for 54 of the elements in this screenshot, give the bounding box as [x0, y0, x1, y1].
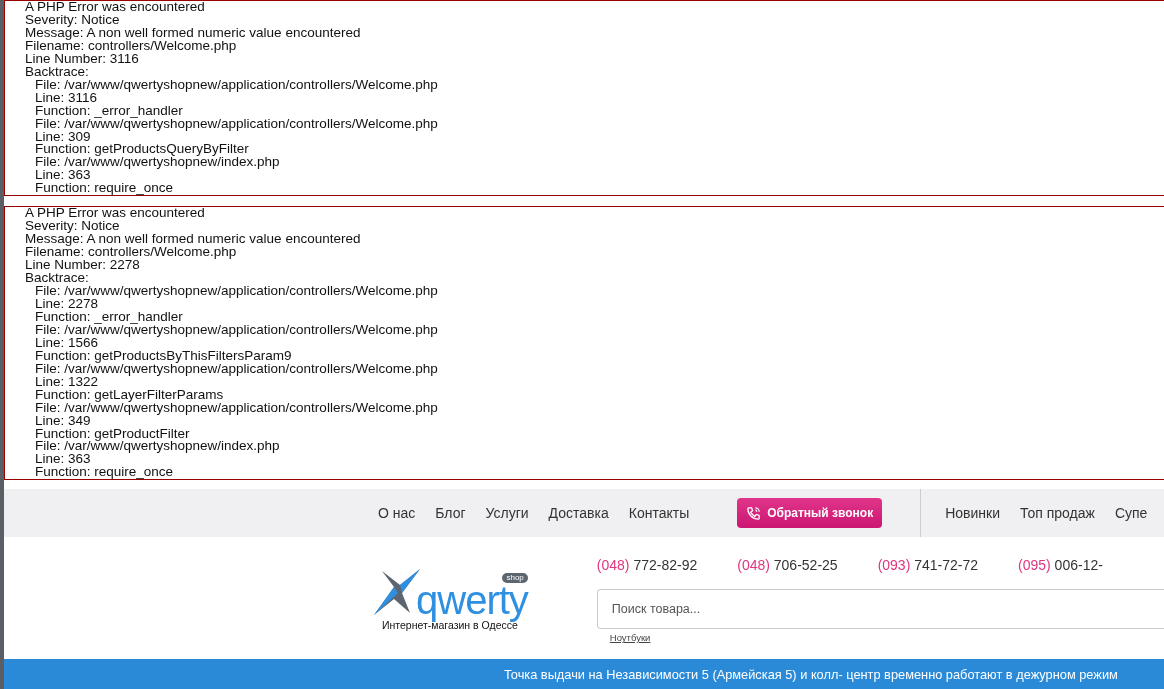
- backtrace-file: File: /var/www/qwertyshopnew/application/controllers/Welcome.php: [34, 323, 439, 337]
- backtrace-function: Function: getLayerFilterParams: [34, 388, 225, 402]
- error-message: Message: A non well formed numeric value encountered: [25, 26, 362, 40]
- backtrace-line: Line: 349: [34, 414, 91, 428]
- error-filename: Filename: controllers/Welcome.php: [25, 246, 238, 260]
- backtrace-line: Line: 1566: [34, 336, 99, 350]
- catalog-link[interactable]: Новинки: [945, 505, 1000, 522]
- search-field[interactable]: Поиск товара...: [596, 589, 1164, 630]
- announcement-text: Точка выдачи на Независимости 5 (Армейская 5) и колл- центр временно работают в дежурном режим: [504, 666, 1118, 682]
- backtrace-file: File: /var/www/qwertyshopnew/application/controllers/Welcome.php: [34, 362, 439, 376]
- error-line-number: Line Number: 2278: [25, 259, 140, 273]
- backtrace-file: File: /var/www/qwertyshopnew/index.php: [34, 440, 281, 454]
- backtrace-function: Function: _error_handler: [34, 104, 183, 118]
- backtrace-file: File: /var/www/qwertyshopnew/index.php: [34, 156, 281, 170]
- search-tag-link[interactable]: Ноутбуки: [609, 632, 651, 644]
- backtrace-file: File: /var/www/qwertyshopnew/application/controllers/Welcome.php: [34, 117, 439, 131]
- backtrace-file: File: /var/www/qwertyshopnew/application/controllers/Welcome.php: [34, 401, 439, 415]
- backtrace-line: Line: 363: [34, 169, 91, 183]
- nav-link[interactable]: Блог: [435, 505, 466, 522]
- phone-number[interactable]: (048) 706-52-25: [737, 557, 838, 574]
- backtrace-line: Line: 2278: [34, 297, 99, 311]
- error-severity: Severity: Notice: [25, 220, 121, 234]
- backtrace-line: Line: 1322: [34, 375, 99, 389]
- error-filename: Filename: controllers/Welcome.php: [25, 39, 238, 53]
- phone-icon: [746, 505, 762, 521]
- backtrace-function: Function: getProductFilter: [34, 427, 191, 441]
- backtrace-function: Function: _error_handler: [34, 310, 183, 324]
- error-severity: Severity: Notice: [25, 13, 121, 27]
- nav-link[interactable]: Контакты: [628, 505, 690, 522]
- error-line-number: Line Number: 3116: [25, 52, 139, 66]
- backtrace-file: File: /var/www/qwertyshopnew/application/controllers/Welcome.php: [34, 78, 439, 92]
- backtrace-label: Backtrace:: [25, 272, 90, 285]
- backtrace-line: Line: 3116: [34, 91, 98, 105]
- nav-link[interactable]: Услуги: [485, 505, 529, 522]
- phone-number[interactable]: (095) 006-12-: [1018, 557, 1103, 574]
- nav-link[interactable]: Доставка: [548, 505, 609, 522]
- callback-button[interactable]: Обратный звонок: [737, 498, 883, 529]
- catalog-link[interactable]: Топ продаж: [1020, 505, 1095, 522]
- backtrace-line: Line: 363: [34, 453, 91, 467]
- error-heading: A PHP Error was encountered: [25, 1, 206, 14]
- error-heading: A PHP Error was encountered: [25, 207, 206, 221]
- nav-link[interactable]: О нас: [378, 505, 416, 522]
- catalog-link[interactable]: Супе: [1114, 505, 1148, 522]
- backtrace-function: Function: require_once: [34, 182, 175, 196]
- backtrace-file: File: /var/www/qwertyshopnew/application/controllers/Welcome.php: [34, 285, 439, 298]
- backtrace-function: Function: getProductsByThisFiltersParam9: [34, 349, 293, 363]
- error-message: Message: A non well formed numeric value encountered: [25, 233, 362, 247]
- backtrace-function: Function: require_once: [34, 466, 175, 480]
- phone-number[interactable]: (048) 772-82-92: [596, 557, 698, 574]
- phone-number[interactable]: (093) 741-72-72: [877, 557, 979, 574]
- logo-badge: shop: [502, 573, 528, 584]
- backtrace-line: Line: 309: [34, 130, 91, 144]
- backtrace-label: Backtrace:: [25, 65, 90, 79]
- backtrace-function: Function: getProductsQueryByFilter: [34, 143, 250, 157]
